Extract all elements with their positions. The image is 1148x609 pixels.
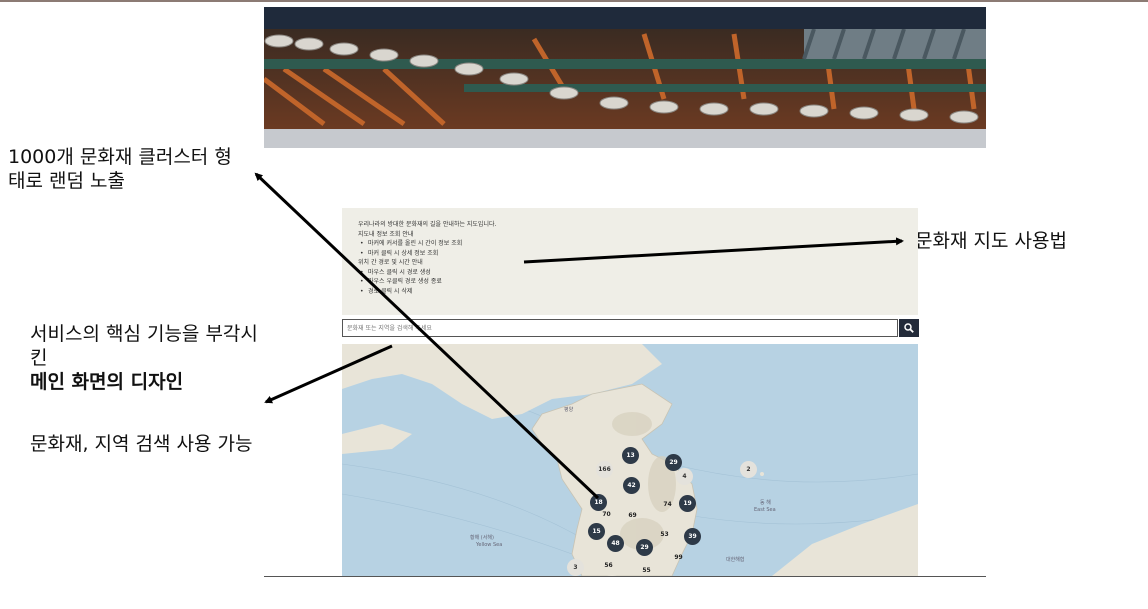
annotation-arrows	[254, 172, 904, 500]
arrow-search	[264, 344, 393, 404]
arrow-usage	[523, 237, 904, 264]
arrow-cluster	[254, 172, 600, 500]
